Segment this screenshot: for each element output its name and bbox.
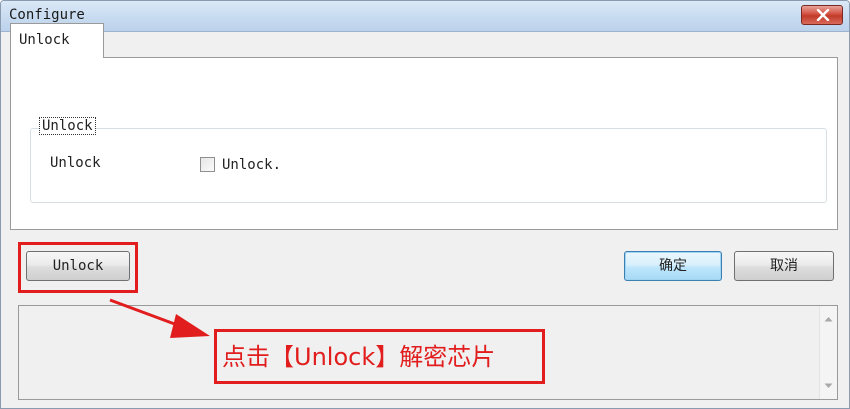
close-button[interactable] (801, 5, 843, 25)
tab-label: Unlock (19, 32, 70, 48)
unlock-row-label: Unlock (50, 155, 101, 171)
cancel-button[interactable]: 取消 (734, 251, 834, 281)
vertical-scrollbar[interactable] (819, 306, 837, 399)
unlock-checkbox-label[interactable]: Unlock. (222, 157, 281, 173)
scroll-up-arrow-icon[interactable] (824, 316, 833, 322)
groupbox-legend: Unlock (39, 117, 96, 135)
annotation-text: 点击【Unlock】解密芯片 (222, 343, 496, 371)
red-pointer-arrow-icon (109, 298, 210, 338)
scroll-down-arrow-icon[interactable] (824, 383, 833, 389)
window-title: Configure (9, 7, 85, 23)
unlock-groupbox (30, 128, 827, 203)
unlock-button-highlight (18, 242, 138, 293)
tab-unlock[interactable]: Unlock (10, 23, 104, 58)
title-bar: Configure (1, 1, 849, 32)
ok-button[interactable]: 确定 (624, 251, 722, 281)
close-icon (816, 9, 830, 21)
unlock-checkbox[interactable] (200, 157, 215, 172)
